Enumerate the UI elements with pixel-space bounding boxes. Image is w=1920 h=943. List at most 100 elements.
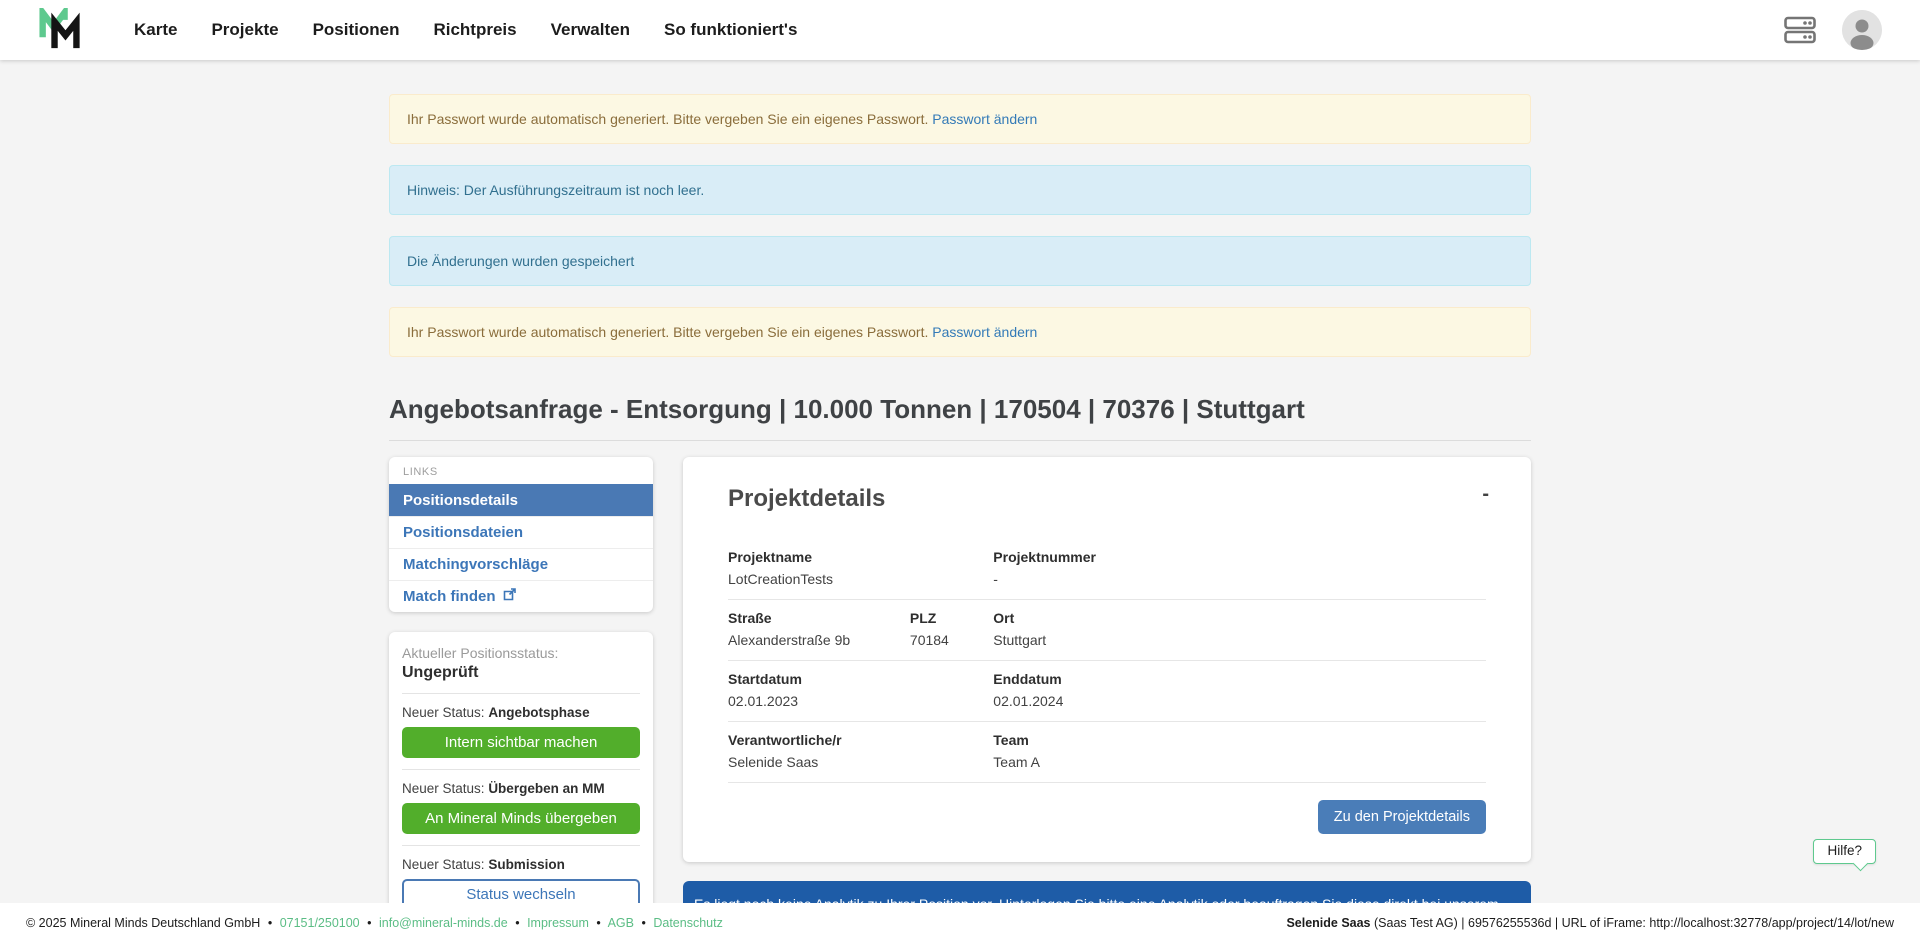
field-label: Straße	[728, 610, 910, 626]
footer-link-datenschutz[interactable]: Datenschutz	[653, 916, 722, 930]
alert-gespeichert: Die Änderungen wurden gespeichert	[389, 236, 1531, 286]
divider	[402, 845, 640, 846]
alert-text: Ihr Passwort wurde automatisch generiert…	[407, 324, 928, 340]
nav-item-so-funktionierts[interactable]: So funktioniert's	[664, 20, 797, 40]
sidebar-item-matchingvorschlaege[interactable]: Matchingvorschläge	[389, 548, 653, 580]
left-sidebar: LINKS Positionsdetails Positionsdateien …	[389, 457, 653, 925]
field-label: Ort	[993, 610, 1486, 626]
divider	[402, 769, 640, 770]
field-value: 02.01.2023	[728, 693, 993, 709]
mineral-minds-logo[interactable]	[38, 8, 82, 53]
footer-user-info: Selenide Saas (Saas Test AG) | 695762555…	[1286, 916, 1894, 930]
field-projektname: Projektname LotCreationTests	[728, 549, 993, 587]
row-datum: Startdatum 02.01.2023 Enddatum 02.01.202…	[728, 661, 1486, 722]
project-detail-rows: Projektname LotCreationTests Projektnumm…	[728, 539, 1486, 783]
footer-user-name: Selenide Saas	[1286, 916, 1370, 930]
alert-text: Ihr Passwort wurde automatisch generiert…	[407, 111, 928, 127]
field-label: Startdatum	[728, 671, 993, 687]
new-status-label: Neuer Status:	[402, 781, 485, 796]
field-label: Projektname	[728, 549, 993, 565]
alert-password-1: Ihr Passwort wurde automatisch generiert…	[389, 94, 1531, 144]
project-panel-actions: Zu den Projektdetails	[728, 783, 1486, 844]
field-label: Team	[993, 732, 1486, 748]
separator: •	[596, 916, 600, 930]
external-link-icon	[503, 588, 516, 605]
passwort-aendern-link[interactable]: Passwort ändern	[932, 324, 1037, 340]
field-plz: PLZ 70184	[910, 610, 993, 648]
alert-password-2: Ihr Passwort wurde automatisch generiert…	[389, 307, 1531, 357]
copyright-text: © 2025 Mineral Minds Deutschland GmbH	[26, 916, 260, 930]
field-value: LotCreationTests	[728, 571, 993, 587]
field-enddatum: Enddatum 02.01.2024	[993, 671, 1486, 709]
new-status-uebergeben: Neuer Status: Übergeben an MM	[402, 781, 640, 796]
footer-link-impressum[interactable]: Impressum	[527, 916, 589, 930]
separator: •	[515, 916, 519, 930]
project-details-panel: Projektdetails - Projektname LotCreation…	[683, 457, 1531, 862]
footer-link-agb[interactable]: AGB	[608, 916, 634, 930]
alert-text: Hinweis: Der Ausführungszeitraum ist noc…	[407, 182, 704, 198]
new-status-value: Submission	[488, 857, 565, 872]
nav-item-positionen[interactable]: Positionen	[313, 20, 400, 40]
brand-logo-icon	[38, 8, 82, 53]
footer-user-detail: (Saas Test AG) | 69576255536d | URL of i…	[1371, 916, 1894, 930]
separator: •	[641, 916, 645, 930]
field-startdatum: Startdatum 02.01.2023	[728, 671, 993, 709]
field-strasse: Straße Alexanderstraße 9b	[728, 610, 910, 648]
row-adresse: Straße Alexanderstraße 9b PLZ 70184 Ort …	[728, 600, 1486, 661]
nav-item-richtpreis[interactable]: Richtpreis	[433, 20, 516, 40]
alert-text: Die Änderungen wurden gespeichert	[407, 253, 634, 269]
new-status-label: Neuer Status:	[402, 857, 485, 872]
field-value: Stuttgart	[993, 632, 1486, 648]
sidebar-item-match-finden[interactable]: Match finden	[389, 580, 653, 612]
footer-left: © 2025 Mineral Minds Deutschland GmbH • …	[26, 916, 723, 930]
main-content: Ihr Passwort wurde automatisch generiert…	[389, 60, 1531, 943]
links-panel: LINKS Positionsdetails Positionsdateien …	[389, 457, 653, 612]
field-verantwortlicher: Verantwortliche/r Selenide Saas	[728, 732, 993, 770]
passwort-aendern-link[interactable]: Passwort ändern	[932, 111, 1037, 127]
top-navbar: Karte Projekte Positionen Richtpreis Ver…	[0, 0, 1920, 60]
new-status-angebotsphase: Neuer Status: Angebotsphase	[402, 705, 640, 720]
zu-den-projektdetails-button[interactable]: Zu den Projektdetails	[1318, 800, 1486, 834]
sidebar-item-positionsdateien[interactable]: Positionsdateien	[389, 516, 653, 548]
status-panel: Aktueller Positionsstatus: Ungeprüft Neu…	[389, 632, 653, 925]
server-icon[interactable]	[1784, 16, 1816, 44]
an-mineral-minds-uebergeben-button[interactable]: An Mineral Minds übergeben	[402, 803, 640, 834]
field-value: 02.01.2024	[993, 693, 1486, 709]
links-panel-header: LINKS	[389, 457, 653, 484]
separator: •	[367, 916, 371, 930]
current-status-value: Ungeprüft	[402, 664, 640, 682]
field-label: PLZ	[910, 610, 993, 626]
field-ort: Ort Stuttgart	[993, 610, 1486, 648]
field-value: -	[993, 571, 1486, 587]
nav-item-verwalten[interactable]: Verwalten	[551, 20, 630, 40]
alert-hinweis: Hinweis: Der Ausführungszeitraum ist noc…	[389, 165, 1531, 215]
field-label: Verantwortliche/r	[728, 732, 993, 748]
intern-sichtbar-machen-button[interactable]: Intern sichtbar machen	[402, 727, 640, 758]
main-nav: Karte Projekte Positionen Richtpreis Ver…	[134, 20, 797, 40]
help-bubble-button[interactable]: Hilfe?	[1813, 839, 1876, 864]
nav-item-projekte[interactable]: Projekte	[211, 20, 278, 40]
field-value: Alexanderstraße 9b	[728, 632, 910, 648]
footer: © 2025 Mineral Minds Deutschland GmbH • …	[0, 903, 1920, 943]
right-column: Projektdetails - Projektname LotCreation…	[683, 457, 1531, 943]
new-status-value: Übergeben an MM	[488, 781, 604, 796]
divider	[402, 693, 640, 694]
field-value: Selenide Saas	[728, 754, 993, 770]
current-status-label: Aktueller Positionsstatus:	[402, 645, 640, 661]
field-label: Enddatum	[993, 671, 1486, 687]
row-verantwortung: Verantwortliche/r Selenide Saas Team Tea…	[728, 722, 1486, 783]
sidebar-item-positionsdetails[interactable]: Positionsdetails	[389, 484, 653, 516]
match-finden-label: Match finden	[403, 588, 496, 605]
new-status-value: Angebotsphase	[488, 705, 589, 720]
new-status-submission: Neuer Status: Submission	[402, 857, 640, 872]
page-title: Angebotsanfrage - Entsorgung | 10.000 To…	[389, 394, 1531, 441]
user-avatar-icon[interactable]	[1842, 10, 1882, 50]
footer-link-email[interactable]: info@mineral-minds.de	[379, 916, 508, 930]
new-status-label: Neuer Status:	[402, 705, 485, 720]
collapse-panel-button[interactable]: -	[1482, 487, 1489, 501]
footer-link-phone[interactable]: 07151/250100	[280, 916, 360, 930]
separator: •	[268, 916, 272, 930]
project-details-title: Projektdetails	[728, 485, 1486, 513]
field-value: Team A	[993, 754, 1486, 770]
nav-item-karte[interactable]: Karte	[134, 20, 177, 40]
